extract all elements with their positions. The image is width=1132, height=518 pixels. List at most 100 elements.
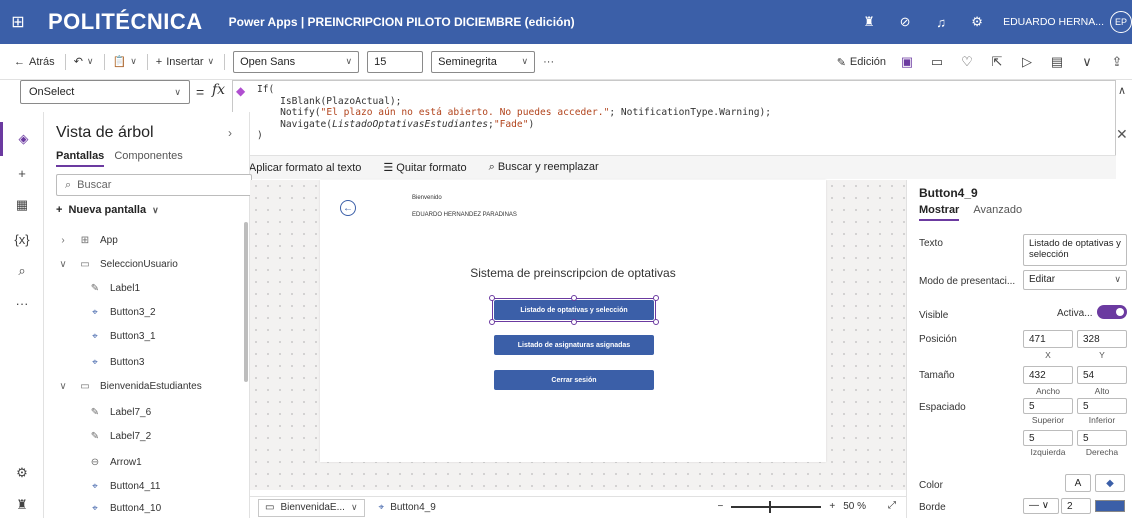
save-icon[interactable]: ▤: [1042, 44, 1072, 80]
screen-icon: ▭: [265, 502, 275, 513]
tree-item-label-control[interactable]: ✎ Label7_2: [88, 424, 151, 448]
position-x-input[interactable]: 471: [1023, 330, 1073, 348]
tree-item-button[interactable]: ⌖ Button3_2: [88, 300, 155, 324]
data-icon[interactable]: ▦: [0, 188, 44, 222]
resize-handle[interactable]: [489, 319, 495, 325]
formula-line-2: IsBlank(PlazoActual);: [257, 95, 402, 107]
settings-icon[interactable]: ⚙: [959, 0, 995, 44]
environment-icon[interactable]: ♜: [851, 0, 887, 44]
find-replace-button[interactable]: ⌕ Buscar y reemplazar: [489, 161, 607, 174]
format-text-button[interactable]: ≡ Aplicar formato al texto: [240, 162, 369, 174]
zoom-in-button[interactable]: +: [829, 501, 835, 512]
play-icon[interactable]: ▷: [1012, 44, 1042, 80]
padding-top-input[interactable]: 5: [1023, 398, 1073, 414]
zoom-out-button[interactable]: −: [718, 501, 724, 512]
tree-item-screen[interactable]: ∨ ▭ BienvenidaEstudiantes: [56, 374, 201, 398]
logout-button[interactable]: Cerrar sesión: [494, 370, 654, 390]
virtual-agent-icon[interactable]: ♜: [0, 488, 44, 518]
more-button[interactable]: ···: [543, 56, 554, 68]
share-icon[interactable]: ⇱: [982, 44, 1012, 80]
tree-item-label: Button4_10: [110, 502, 162, 514]
variables-icon[interactable]: {x}: [0, 222, 44, 256]
control-breadcrumb[interactable]: ⌖ Button4_9: [372, 498, 442, 517]
formula-line-3a: Notify(: [257, 107, 321, 118]
tree-item-button[interactable]: ⌖ Button4_11: [88, 474, 160, 498]
settings-icon[interactable]: ⚙: [0, 456, 44, 490]
close-icon[interactable]: ✕: [1116, 126, 1128, 143]
font-weight-dropdown[interactable]: Seminegrita ∨: [431, 50, 536, 73]
publish-icon[interactable]: ⇪: [1102, 44, 1132, 80]
paste-button[interactable]: 📋 ∨: [113, 55, 137, 68]
tree-item-screen[interactable]: ∨ ▭ SeleccionUsuario: [56, 252, 178, 276]
fill-color-icon[interactable]: ◆: [1095, 474, 1125, 492]
screen-icon: ▭: [80, 258, 90, 270]
app-checker-icon[interactable]: ▣: [892, 44, 922, 80]
tab-screens[interactable]: Pantallas: [56, 150, 105, 167]
tree-search-input[interactable]: ⌕ Buscar: [56, 174, 252, 196]
resize-handle[interactable]: [653, 295, 659, 301]
tree-item-button[interactable]: ⌖ Button3_1: [88, 324, 155, 348]
app-launcher-icon[interactable]: ⊞: [0, 0, 36, 44]
remove-format-button[interactable]: ☰ Quitar formato: [383, 161, 474, 174]
notifications-icon[interactable]: ♫: [923, 0, 959, 44]
chevron-down-icon[interactable]: ∨: [1072, 44, 1102, 80]
tree-scrollbar[interactable]: [244, 222, 248, 382]
border-width-input[interactable]: 2: [1061, 498, 1091, 514]
zoom-slider-thumb[interactable]: [769, 500, 772, 513]
tree-item-label-control[interactable]: ✎ Label7_6: [88, 400, 151, 424]
padding-left-input[interactable]: 5: [1023, 430, 1073, 446]
padding-right-input[interactable]: 5: [1077, 430, 1127, 446]
position-y-input[interactable]: 328: [1077, 330, 1127, 348]
tree-item-button[interactable]: ⌖ Button4_10: [88, 498, 161, 518]
border-style-dropdown[interactable]: — ∨: [1023, 498, 1059, 514]
back-button[interactable]: ← Atrás: [14, 56, 55, 68]
user-name[interactable]: EDUARDO HERNA...: [1003, 16, 1104, 28]
tree-item-arrow[interactable]: ⊖ Arrow1: [88, 450, 142, 474]
zoom-slider[interactable]: [731, 500, 822, 513]
copilot-icon[interactable]: ◆: [236, 84, 245, 98]
search-icon[interactable]: ⌕: [0, 254, 44, 288]
resize-handle[interactable]: [571, 295, 577, 301]
height-caption: Alto: [1094, 386, 1110, 396]
chevron-up-icon[interactable]: ∧: [1118, 84, 1126, 97]
resize-handle[interactable]: [489, 295, 495, 301]
screen-breadcrumb[interactable]: ▭ BienvenidaE... ∨: [258, 498, 365, 517]
tab-components[interactable]: Componentes: [114, 150, 183, 167]
tree-item-app[interactable]: › ⊞ App: [56, 228, 117, 252]
assigned-subjects-button[interactable]: Listado de asignaturas asignadas: [494, 335, 654, 355]
fit-to-window-icon[interactable]: ⤢: [888, 500, 896, 511]
more-icon[interactable]: ···: [0, 286, 44, 320]
arrow-left-icon[interactable]: ←: [340, 200, 356, 216]
copilot-icon[interactable]: ⊘: [887, 0, 923, 44]
comments-icon[interactable]: ▭: [922, 44, 952, 80]
avatar[interactable]: EP: [1110, 11, 1132, 33]
text-color-picker[interactable]: A: [1065, 474, 1091, 492]
health-icon[interactable]: ♡: [952, 44, 982, 80]
insert-button[interactable]: + Insertar ∨: [156, 56, 214, 68]
width-caption: Ancho: [1035, 386, 1061, 396]
edit-mode-button[interactable]: ✎ Edición: [837, 56, 886, 69]
resize-handle[interactable]: [653, 319, 659, 325]
tree-view-icon[interactable]: ◈: [0, 122, 44, 156]
undo-button[interactable]: ↶ ∨: [74, 55, 94, 68]
padding-bottom-input[interactable]: 5: [1077, 398, 1127, 414]
height-input[interactable]: 54: [1077, 366, 1127, 384]
visible-toggle[interactable]: [1097, 305, 1127, 319]
tree-item-label-control[interactable]: ✎ Label1: [88, 276, 140, 300]
font-family-dropdown[interactable]: Open Sans ∨: [233, 50, 360, 73]
new-screen-button[interactable]: + Nueva pantalla ∨: [56, 204, 159, 216]
font-size-input[interactable]: 15: [367, 50, 424, 73]
fx-icon[interactable]: fx: [212, 82, 225, 98]
border-color-swatch[interactable]: [1095, 500, 1125, 512]
display-mode-dropdown[interactable]: Editar ∨: [1023, 270, 1127, 290]
text-property-input[interactable]: Listado de optativas y selección: [1023, 234, 1127, 266]
insert-icon[interactable]: +: [0, 156, 44, 190]
tree-item-button[interactable]: ⌖ Button3: [88, 350, 144, 374]
width-input[interactable]: 432: [1023, 366, 1073, 384]
formula-line-4-string: "Fade": [493, 118, 529, 130]
tab-advanced[interactable]: Avanzado: [973, 204, 1022, 221]
property-dropdown[interactable]: OnSelect ∨: [20, 80, 190, 104]
chevron-right-icon[interactable]: ›: [228, 126, 232, 140]
tab-show[interactable]: Mostrar: [919, 204, 960, 221]
resize-handle[interactable]: [571, 319, 577, 325]
